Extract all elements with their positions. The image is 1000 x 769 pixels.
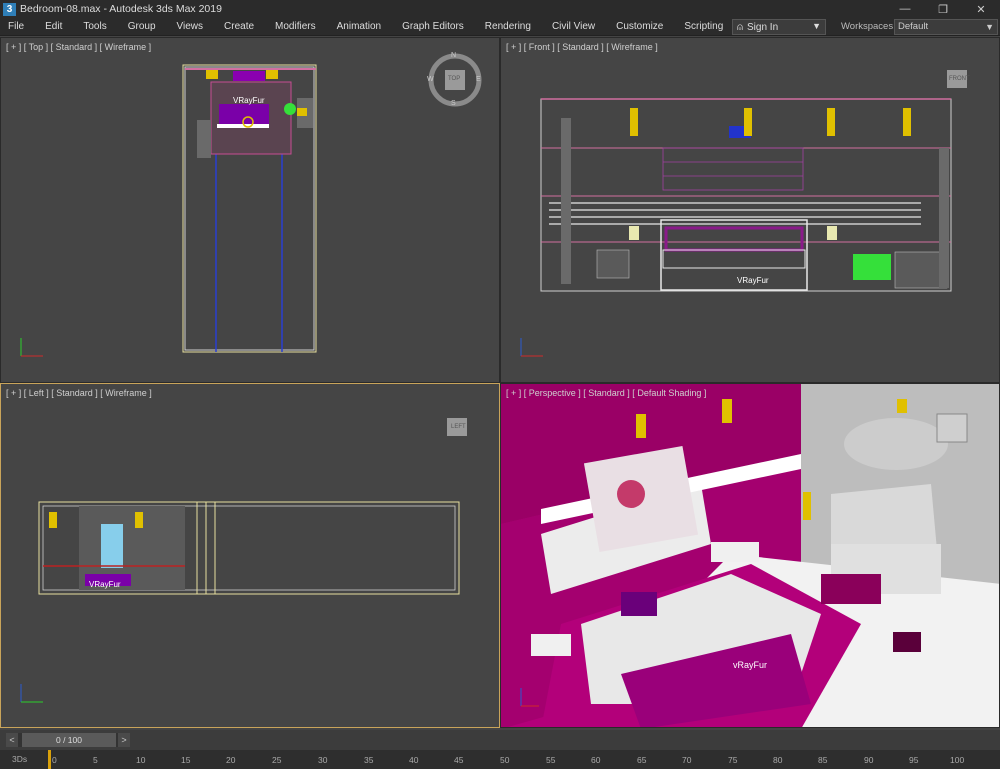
tick-label: 90 xyxy=(864,755,874,765)
prev-frame-button[interactable]: < xyxy=(6,733,18,747)
workspaces-label: Workspaces: xyxy=(841,21,896,32)
tick-label: 25 xyxy=(272,755,282,765)
chevron-down-icon: ▼ xyxy=(812,21,821,31)
tick-label: 55 xyxy=(546,755,556,765)
menu-animation[interactable]: Animation xyxy=(337,21,381,32)
viewcube-face-label[interactable]: LEFT xyxy=(451,424,466,430)
tick-label: 60 xyxy=(591,755,601,765)
tick-label: 95 xyxy=(909,755,919,765)
menu-file[interactable]: File xyxy=(8,21,24,32)
track-bar[interactable]: 3Ds 0 5 10 15 20 25 30 35 40 45 50 55 60… xyxy=(0,750,1000,769)
viewcube[interactable]: N S W E TOP xyxy=(427,52,481,110)
time-slider-thumb[interactable]: 0 / 100 xyxy=(22,733,116,747)
window-title: Bedroom-08.max - Autodesk 3ds Max 2019 xyxy=(20,3,222,15)
menu-rendering[interactable]: Rendering xyxy=(485,21,531,32)
tick-label: 70 xyxy=(682,755,692,765)
tick-label: 15 xyxy=(181,755,191,765)
tick-label: 75 xyxy=(728,755,738,765)
time-cursor[interactable] xyxy=(48,750,51,769)
tick-label: 5 xyxy=(93,755,98,765)
user-icon: ⍝ xyxy=(737,21,743,33)
top-view-wireframe xyxy=(20,53,482,357)
menu-civil-view[interactable]: Civil View xyxy=(552,21,595,32)
viewcube-face-label: TOP xyxy=(448,76,461,82)
sign-in-dropdown[interactable]: ⍝ Sign In ▼ xyxy=(732,19,826,35)
viewcube-south-label: S xyxy=(451,100,456,107)
menu-modifiers[interactable]: Modifiers xyxy=(275,21,316,32)
perspective-scene xyxy=(501,384,999,727)
tick-label: 45 xyxy=(454,755,464,765)
tick-label: 80 xyxy=(773,755,783,765)
viewport-left[interactable]: [ + ] [ Left ] [ Standard ] [ Wireframe … xyxy=(0,383,500,728)
menu-scripting[interactable]: Scripting xyxy=(684,21,723,32)
tick-label: 65 xyxy=(637,755,647,765)
viewport-label[interactable]: [ + ] [ Left ] [ Standard ] [ Wireframe … xyxy=(6,388,152,398)
tick-label: 30 xyxy=(318,755,328,765)
sign-in-label: Sign In xyxy=(747,21,779,33)
next-frame-button[interactable]: > xyxy=(118,733,130,747)
viewcube-east-label: E xyxy=(476,76,481,83)
menu-bar: File Edit Tools Group Views Create Modif… xyxy=(0,18,1000,36)
menu-views[interactable]: Views xyxy=(177,21,204,32)
perspective-object-label: vRayFur xyxy=(733,660,768,670)
viewcube-north-label: N xyxy=(451,52,457,59)
title-bar: 3 Bedroom-08.max - Autodesk 3ds Max 2019… xyxy=(0,0,1000,18)
tick-label: 35 xyxy=(364,755,374,765)
tick-label: 85 xyxy=(818,755,828,765)
menu-create[interactable]: Create xyxy=(224,21,254,32)
tick-label: 0 xyxy=(52,755,57,765)
viewport-label[interactable]: [ + ] [ Perspective ] [ Standard ] [ Def… xyxy=(506,388,706,398)
menu-group[interactable]: Group xyxy=(128,21,156,32)
viewport-front[interactable]: [ + ] [ Front ] [ Standard ] [ Wireframe… xyxy=(500,37,1000,383)
tick-label: 50 xyxy=(500,755,510,765)
workspaces-value: Default xyxy=(898,21,929,32)
front-view-wireframe xyxy=(520,70,967,357)
workspaces-select[interactable]: Default ▼ xyxy=(894,19,998,35)
timeline-badge: 3Ds xyxy=(12,754,28,764)
viewport-label[interactable]: [ + ] [ Front ] [ Standard ] [ Wireframe… xyxy=(506,42,658,52)
front-object-label: VRayFur xyxy=(737,276,769,285)
viewcube-west-label: W xyxy=(427,76,434,83)
menu-edit[interactable]: Edit xyxy=(45,21,62,32)
viewport-label[interactable]: [ + ] [ Top ] [ Standard ] [ Wireframe ] xyxy=(6,42,151,52)
viewport-top[interactable]: [ + ] [ Top ] [ Standard ] [ Wireframe ]… xyxy=(0,37,500,383)
top-object-label: VRayFur xyxy=(233,96,265,105)
tick-label: 10 xyxy=(136,755,146,765)
app-logo-icon[interactable]: 3 xyxy=(3,2,16,16)
restore-icon[interactable]: ❐ xyxy=(924,0,962,18)
menu-customize[interactable]: Customize xyxy=(616,21,663,32)
chevron-down-icon: ▼ xyxy=(985,22,994,32)
minimize-icon[interactable]: — xyxy=(886,0,924,18)
menu-tools[interactable]: Tools xyxy=(83,21,106,32)
left-view-wireframe xyxy=(20,418,467,703)
left-object-label: VRayFur xyxy=(89,580,121,589)
viewport-perspective[interactable]: [ + ] [ Perspective ] [ Standard ] [ Def… xyxy=(500,383,1000,728)
tick-label: 20 xyxy=(226,755,236,765)
viewcube-face-label[interactable]: FRONT xyxy=(949,76,970,82)
menu-graph-editors[interactable]: Graph Editors xyxy=(402,21,464,32)
close-icon[interactable]: ✕ xyxy=(962,0,1000,18)
tick-label: 100 xyxy=(950,755,965,765)
tick-label: 40 xyxy=(409,755,419,765)
time-slider-area: < 0 / 100 > 3Ds 0 5 10 15 20 25 30 35 40… xyxy=(0,730,1000,769)
